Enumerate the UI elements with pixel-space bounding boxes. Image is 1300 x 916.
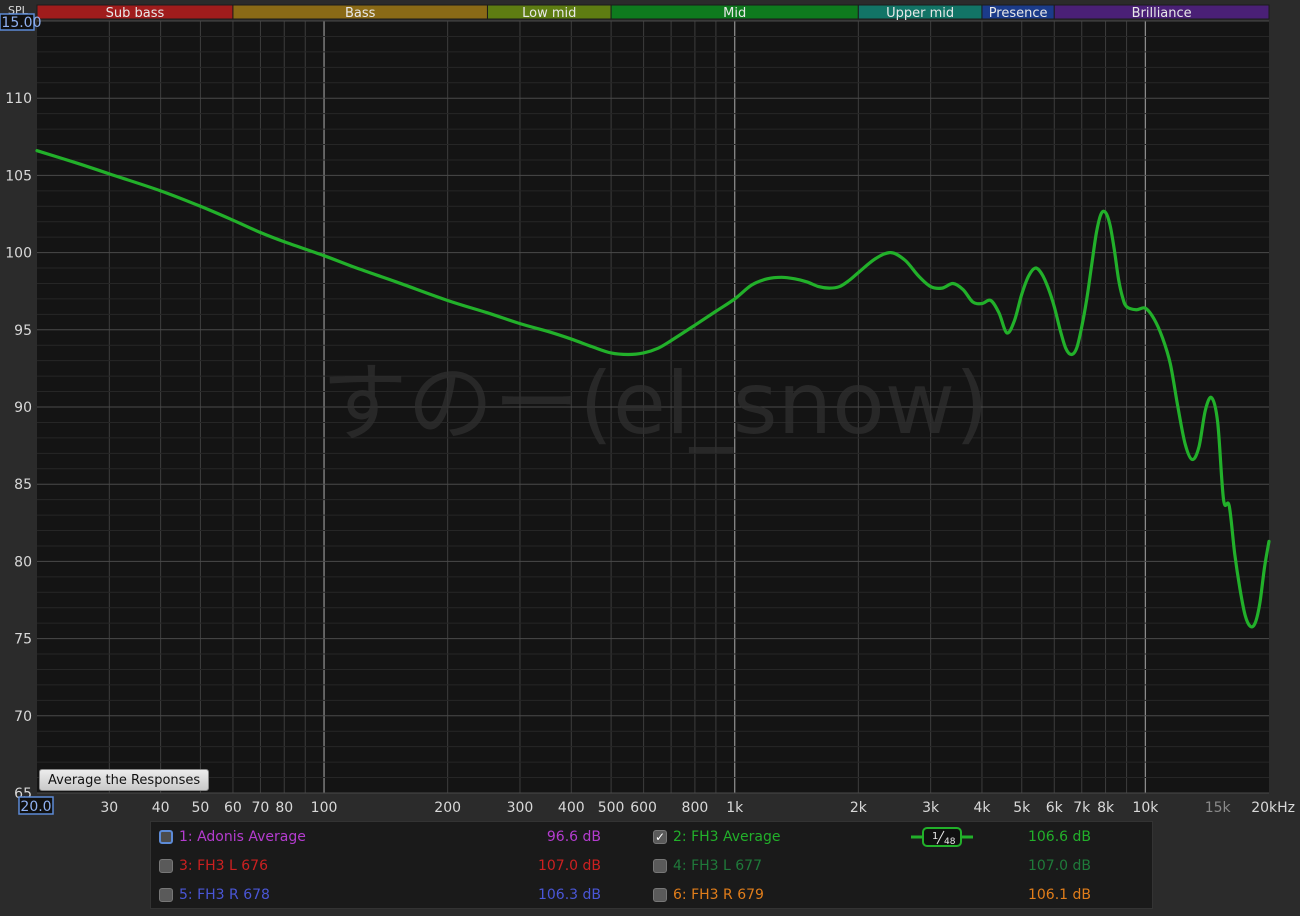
legend-value: 96.6 dB: [546, 829, 601, 845]
x-tick-label: 3k: [922, 800, 940, 816]
band-label: Upper mid: [886, 6, 954, 21]
band-label: Low mid: [522, 6, 576, 21]
checkbox-icon[interactable]: [653, 859, 667, 873]
legend-label: 6: FH3 R 679: [673, 887, 764, 903]
x-tick-label: 500: [598, 800, 625, 816]
x-tick-label: 70: [252, 800, 270, 816]
y-tick-label: 90: [14, 400, 32, 416]
x-tick-label: 100: [311, 800, 338, 816]
checkbox-icon[interactable]: [159, 888, 173, 902]
x-start-value: 20.0: [20, 799, 51, 815]
legend-item[interactable]: ✓ 2: FH3 Average: [653, 822, 781, 852]
y-tick-label: 100: [5, 246, 32, 262]
smoothing-indicator[interactable]: 1 48: [911, 826, 973, 848]
x-tick-label: 300: [507, 800, 534, 816]
x-tick-label: 7k: [1073, 800, 1091, 816]
checkbox-checked-icon[interactable]: ✓: [653, 830, 667, 844]
smoothing-denominator: 48: [944, 837, 956, 847]
legend-item[interactable]: 1: Adonis Average: [159, 822, 306, 852]
average-responses-button[interactable]: Average the Responses: [39, 769, 210, 791]
legend-item[interactable]: 4: FH3 L 677: [653, 851, 762, 881]
legend-value: 107.0 dB: [1027, 858, 1091, 874]
y-tick-label: 85: [14, 477, 32, 493]
x-tick-label: 50: [192, 800, 210, 816]
y-tick-label: 105: [5, 168, 32, 184]
x-tick-label: 40: [152, 800, 170, 816]
legend-item[interactable]: 3: FH3 L 676: [159, 851, 268, 881]
x-tick-label: 60: [224, 800, 242, 816]
checkbox-icon[interactable]: [653, 888, 667, 902]
legend-label: 4: FH3 L 677: [673, 858, 762, 874]
watermark: すのー(el_snow): [321, 354, 988, 454]
legend-value: 106.1 dB: [1027, 887, 1091, 903]
legend-label: 2: FH3 Average: [673, 829, 781, 845]
y-tick-label: 110: [5, 91, 32, 107]
band-label: Mid: [723, 6, 746, 21]
legend-value: 106.3 dB: [537, 887, 601, 903]
x-tick-label: 6k: [1046, 800, 1064, 816]
y-tick-label: 95: [14, 323, 32, 339]
band-label: Sub bass: [106, 6, 165, 21]
x-tick-label: 2k: [850, 800, 868, 816]
band-label: Presence: [989, 6, 1048, 21]
x-tick-label: 10k: [1132, 800, 1159, 816]
band-label: Brilliance: [1132, 6, 1192, 21]
checkbox-icon[interactable]: [159, 830, 173, 844]
x-tick-label: 800: [682, 800, 709, 816]
x-start-value-box[interactable]: 20.0: [18, 796, 54, 815]
x-tick-label: 30: [100, 800, 118, 816]
checkbox-icon[interactable]: [159, 859, 173, 873]
x-tick-label: 8k: [1097, 800, 1115, 816]
legend-value: 107.0 dB: [537, 858, 601, 874]
x-tick-label: 600: [630, 800, 657, 816]
legend-label: 1: Adonis Average: [179, 829, 306, 845]
y-tick-label: 80: [14, 554, 32, 570]
x-tick-label: 15k: [1205, 800, 1232, 816]
y-top-value-box[interactable]: 115.00: [0, 13, 42, 31]
y-tick-label: 75: [14, 632, 32, 648]
x-tick-labels: 30 40 50 60 70 80 100 200 300 400 500 600 800 1k 2k 3k 4…: [100, 800, 1295, 816]
legend-panel: 1: Adonis Average 96.6 dB ✓ 2: FH3 Average 1…: [150, 821, 1153, 909]
legend-label: 5: FH3 R 678: [179, 887, 270, 903]
y-tick-labels: 65707580859095100105110: [5, 91, 32, 802]
legend-item[interactable]: 6: FH3 R 679: [653, 880, 764, 910]
y-tick-label: 70: [14, 709, 32, 725]
y-top-value: 115.00: [0, 15, 42, 31]
x-tick-label: 20kHz: [1251, 800, 1295, 816]
legend-item[interactable]: 5: FH3 R 678: [159, 880, 270, 910]
legend-label: 3: FH3 L 676: [179, 858, 268, 874]
x-tick-label: 200: [434, 800, 461, 816]
band-label: Bass: [345, 6, 376, 21]
x-tick-label: 80: [275, 800, 293, 816]
x-tick-label: 4k: [973, 800, 991, 816]
frequency-band-bar: Sub bass Bass Low mid Mid Upper mid Presence B…: [36, 4, 1270, 21]
x-tick-label: 1k: [726, 800, 744, 816]
x-tick-label: 5k: [1013, 800, 1031, 816]
x-tick-label: 400: [558, 800, 585, 816]
smoothing-numerator: 1: [932, 831, 938, 842]
